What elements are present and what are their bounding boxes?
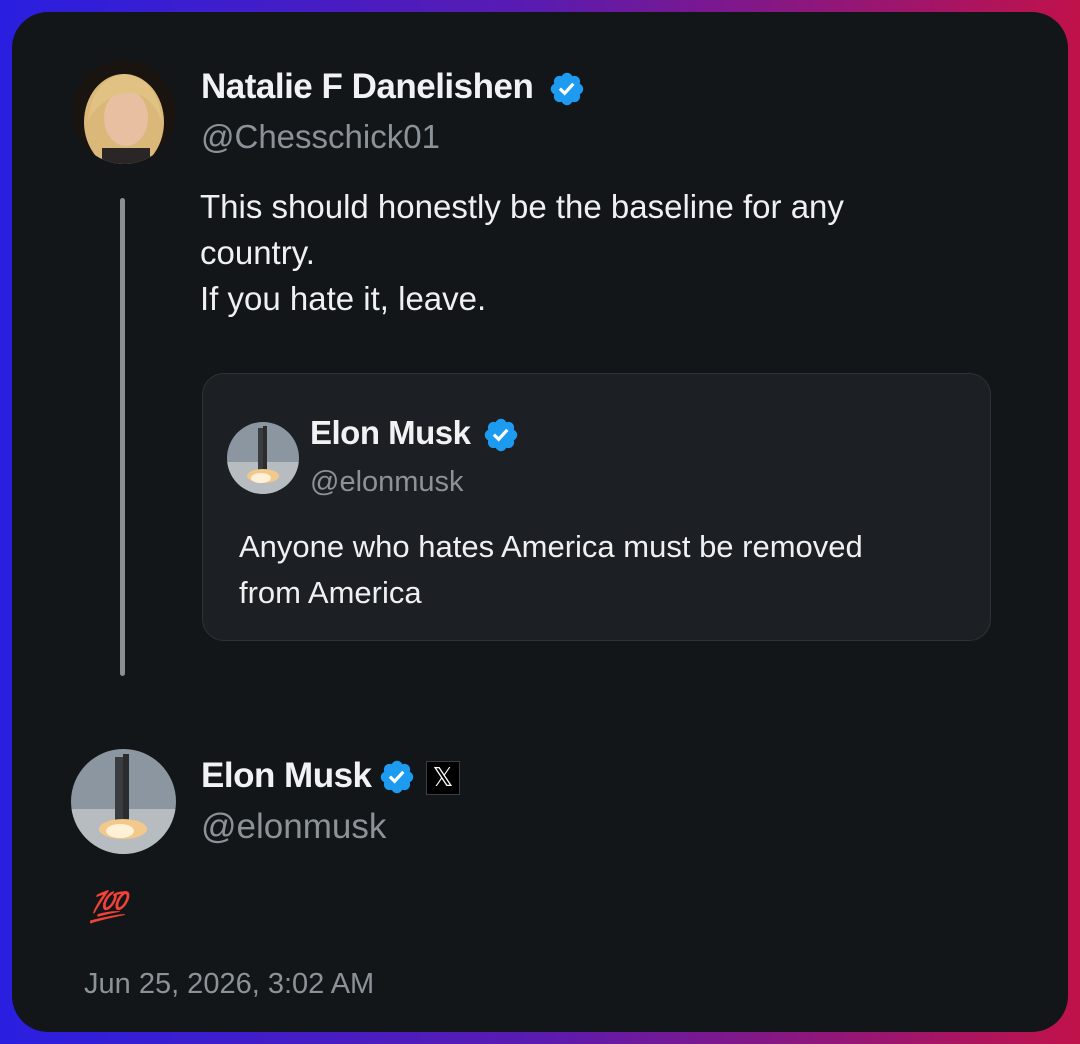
parent-author-handle[interactable]: @Chesschick01: [201, 118, 440, 156]
quoted-tweet-text: Anyone who hates America must be removed…: [239, 524, 863, 616]
parent-text-line: country.: [200, 234, 315, 271]
parent-text-line: This should honestly be the baseline for…: [200, 188, 844, 225]
parent-text-line: If you hate it, leave.: [200, 280, 487, 317]
tweet-card: Natalie F Danelishen @Chesschick01 This …: [12, 12, 1068, 1032]
reply-author-avatar[interactable]: [71, 749, 176, 854]
thread-connector-line: [120, 198, 125, 676]
verified-badge-icon: [484, 418, 518, 452]
natalie-avatar[interactable]: [72, 60, 176, 164]
quoted-author-avatar[interactable]: [227, 422, 299, 494]
tweet-timestamp[interactable]: Jun 25, 2026, 3:02 AM: [84, 968, 374, 1001]
quoted-text-line: Anyone who hates America must be removed: [239, 529, 863, 564]
verified-badge-icon: [550, 72, 584, 106]
reply-author-name[interactable]: Elon Musk: [201, 756, 372, 796]
quoted-author-handle[interactable]: @elonmusk: [310, 466, 464, 499]
verified-badge-icon: [380, 760, 414, 794]
reply-author-handle[interactable]: @elonmusk: [201, 807, 386, 847]
x-affiliate-icon: 𝕏: [426, 761, 460, 795]
parent-author-name[interactable]: Natalie F Danelishen: [201, 67, 534, 107]
parent-tweet-text: This should honestly be the baseline for…: [200, 184, 844, 322]
quoted-text-line: from America: [239, 575, 422, 610]
hundred-emoji: 💯: [89, 891, 126, 924]
quoted-author-name[interactable]: Elon Musk: [310, 414, 471, 452]
quoted-tweet[interactable]: Elon Musk @elonmusk Anyone who hates Ame…: [202, 373, 991, 641]
